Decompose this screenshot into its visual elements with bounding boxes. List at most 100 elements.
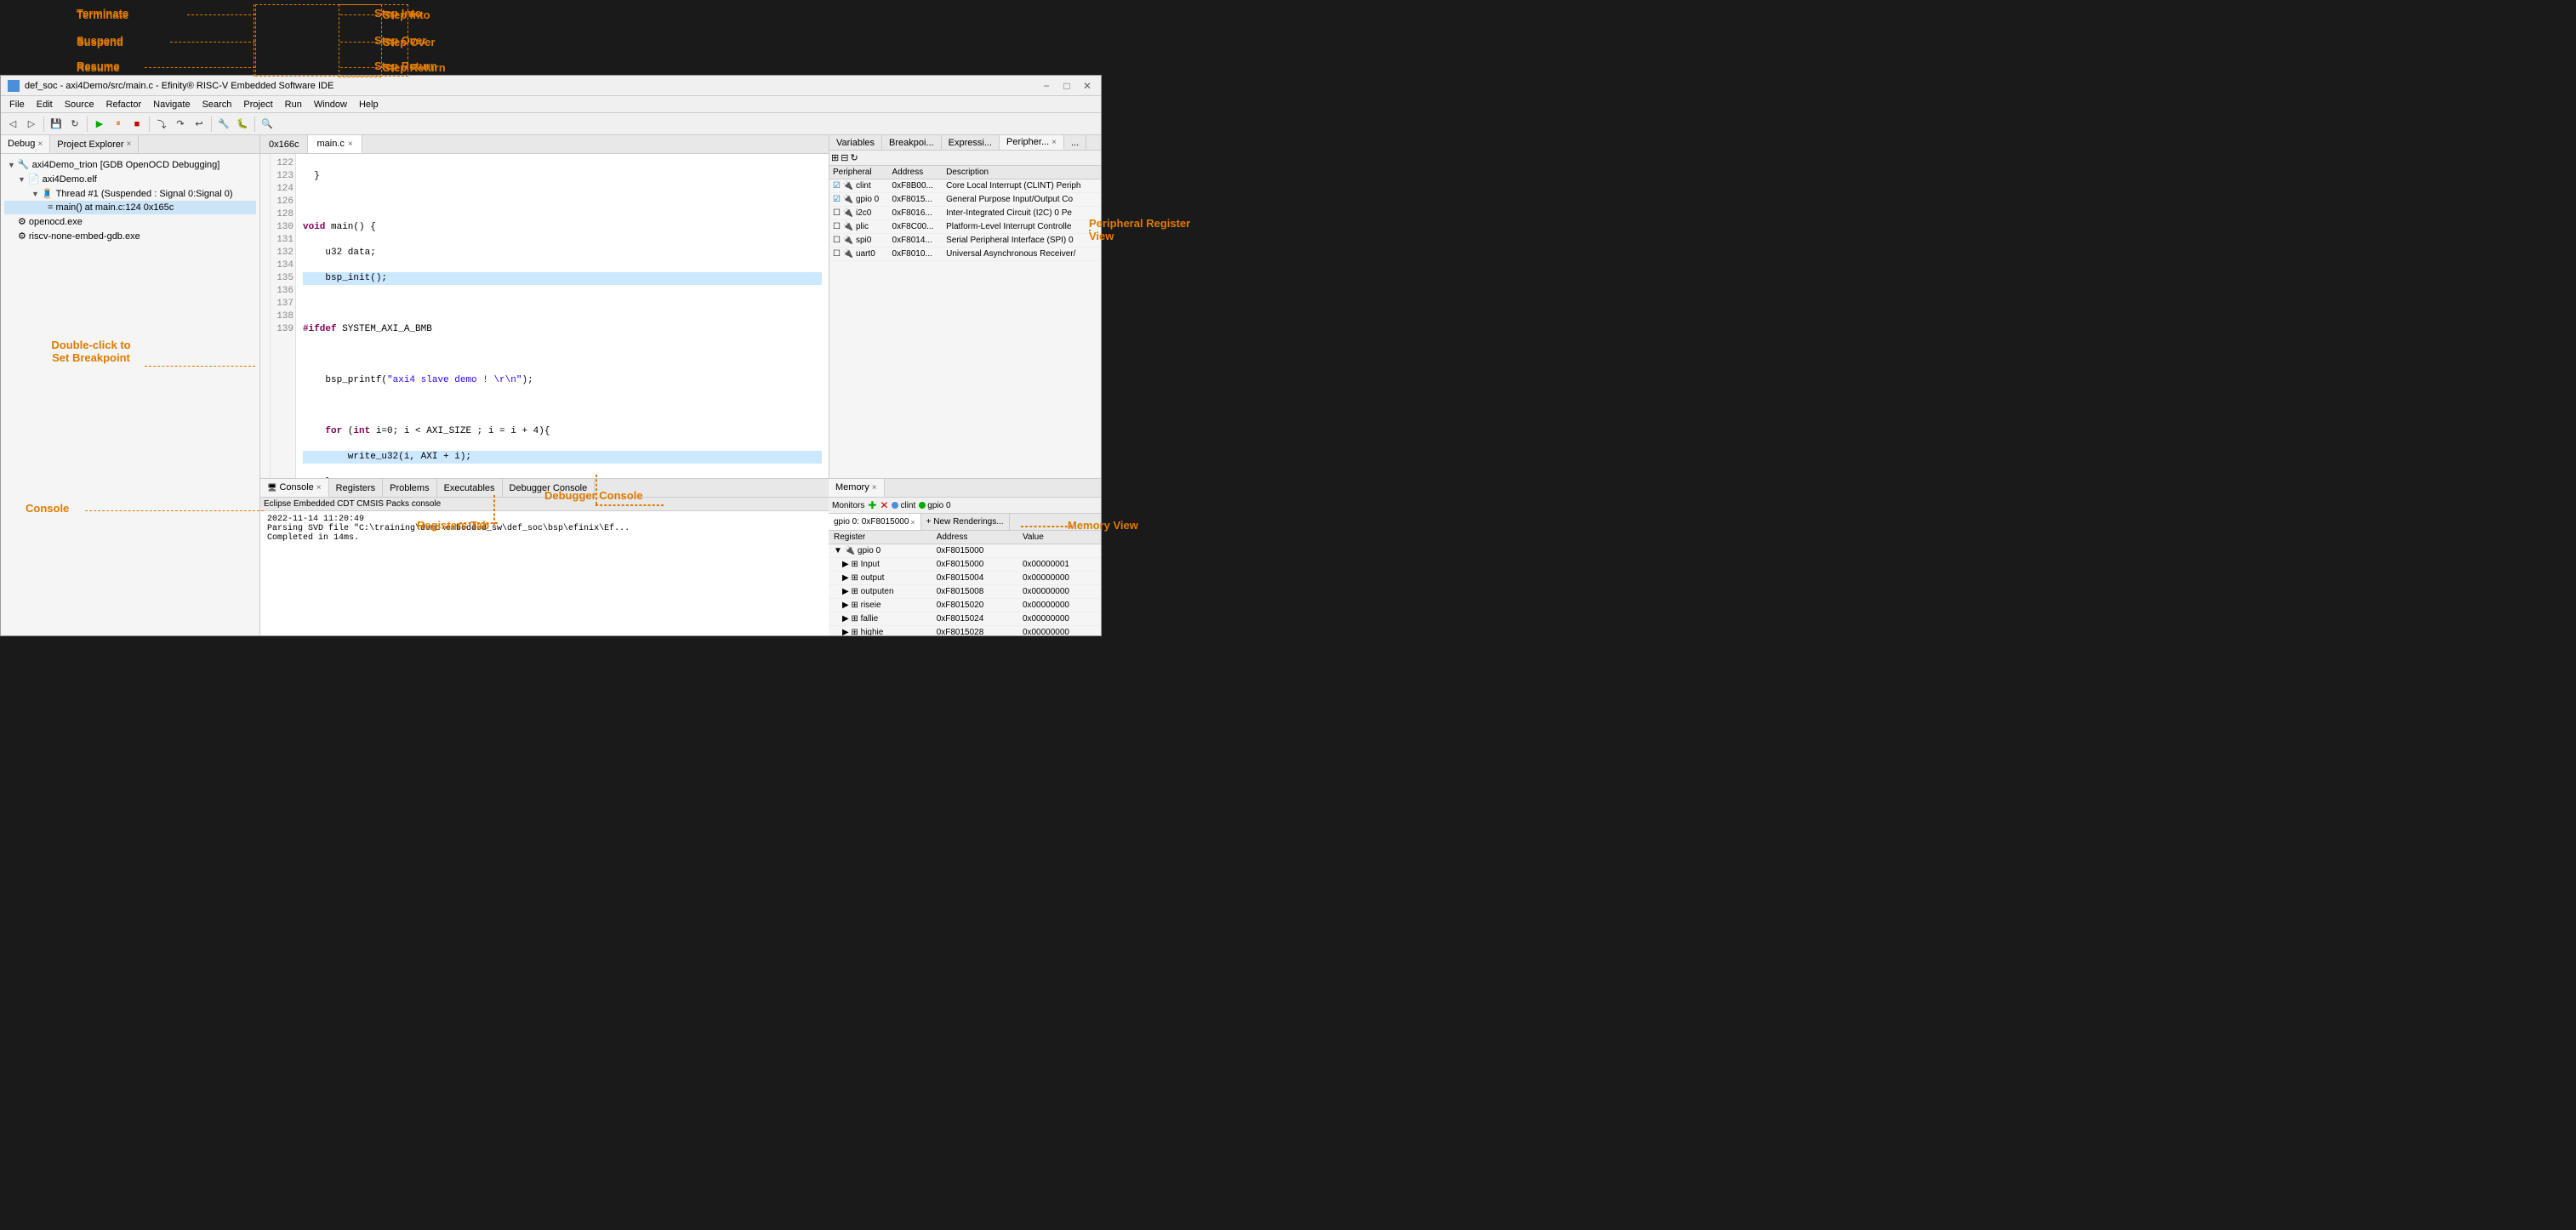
tab-main-close[interactable]: × — [348, 140, 353, 149]
peripheral-row-clint[interactable]: ☑ 🔌 clint 0xF8B00... Core Local Interrup… — [829, 179, 1101, 193]
code-content[interactable]: } void main() { u32 data; bsp_init(); #i… — [296, 154, 829, 478]
tree-item-axi4demo-session[interactable]: ▼ 🔧 axi4Demo_trion [GDB OpenOCD Debuggin… — [4, 157, 256, 172]
code-line-2 — [303, 196, 822, 208]
monitor-remove-btn[interactable]: ✕ — [880, 499, 888, 511]
tab-problems[interactable]: Problems — [383, 479, 436, 497]
resume-button[interactable]: ▶ — [91, 116, 108, 133]
menu-run[interactable]: Run — [280, 98, 307, 111]
monitor-add-btn[interactable]: ✚ — [868, 499, 876, 511]
close-button[interactable]: ✕ — [1080, 79, 1094, 93]
reg-row-riseie[interactable]: ▶ ⊞ riseie 0xF8015020 0x00000000 — [829, 599, 1101, 612]
peripheral-refresh-btn[interactable]: ↻ — [850, 152, 858, 163]
tree-item-elf[interactable]: ▼ 📄 axi4Demo.elf — [4, 172, 256, 186]
maximize-button[interactable]: □ — [1060, 79, 1074, 93]
breakpoint-gutter[interactable] — [260, 154, 271, 478]
peripheral-row-plic[interactable]: ☐ 🔌 plic 0xF8C00... Platform-Level Inter… — [829, 220, 1101, 234]
peripheral-row-uart0[interactable]: ☐ 🔌 uart0 0xF8010... Universal Asynchron… — [829, 248, 1101, 261]
main-content: Debug × Project Explorer × ▼ 🔧 axi4Demo_… — [1, 135, 1101, 635]
toolbar-run[interactable]: 🔧 — [215, 116, 232, 133]
code-line-122: void main() { — [303, 221, 822, 234]
reg-input-value: 0x00000001 — [1017, 558, 1101, 572]
peripheral-spi0-check[interactable]: ☐ 🔌 spi0 — [829, 234, 889, 248]
reg-row-gpio0[interactable]: ▼ 🔌 gpio 0 0xF8015000 — [829, 544, 1101, 558]
reg-gpio0-addr: 0xF8015000 — [932, 544, 1017, 558]
toolbar-refresh[interactable]: ↻ — [66, 116, 83, 133]
tab-executables[interactable]: Executables — [437, 479, 503, 497]
menu-source[interactable]: Source — [60, 98, 100, 111]
memory-tab-close[interactable]: × — [872, 483, 877, 493]
tab-registers[interactable]: Registers — [329, 479, 383, 497]
toolbar-debug[interactable]: 🐛 — [234, 116, 251, 133]
menu-project[interactable]: Project — [238, 98, 277, 111]
monitor-clint[interactable]: clint — [892, 501, 915, 510]
menu-refactor[interactable]: Refactor — [101, 98, 147, 111]
tab-more[interactable]: ... — [1064, 135, 1086, 150]
gpio-rendering-tabs: gpio 0: 0xF8015000 × + New Renderings... — [829, 514, 1101, 531]
stepover-button[interactable]: ↷ — [172, 116, 189, 133]
monitor-gpio0[interactable]: gpio 0 — [919, 501, 950, 510]
editor-tab-hex[interactable]: 0x166c — [260, 135, 308, 153]
toolbar-search[interactable]: 🔍 — [259, 116, 276, 133]
project-explorer-close[interactable]: × — [127, 140, 132, 149]
reg-riseie-name: ▶ ⊞ riseie — [829, 599, 932, 612]
gpio-tab-gpio0[interactable]: gpio 0: 0xF8015000 × — [829, 514, 921, 530]
tab-memory[interactable]: Memory × — [829, 479, 885, 497]
tab-variables[interactable]: Variables — [829, 135, 882, 150]
toolbar-separator-3 — [149, 117, 150, 132]
peripheral-i2c0-check[interactable]: ☐ 🔌 i2c0 — [829, 207, 889, 220]
editor-tab-main[interactable]: main.c × — [308, 135, 362, 153]
peripheral-expand-btn[interactable]: ⊟ — [841, 152, 848, 163]
reg-row-output[interactable]: ▶ ⊞ output 0xF8015004 0x00000000 — [829, 572, 1101, 585]
minimize-button[interactable]: − — [1040, 79, 1053, 93]
tree-item-gdb[interactable]: ⚙ riscv-none-embed-gdb.exe — [4, 229, 256, 243]
tab-expressions[interactable]: Expressi... — [942, 135, 1000, 150]
tree-item-main[interactable]: = main() at main.c:124 0x165c — [4, 201, 256, 214]
menu-navigate[interactable]: Navigate — [148, 98, 195, 111]
console-tab-close[interactable]: × — [316, 483, 322, 493]
reg-row-highie[interactable]: ▶ ⊞ highie 0xF8015028 0x00000000 — [829, 626, 1101, 636]
peripheral-row-gpio0[interactable]: ☑ 🔌 gpio 0 0xF8015... General Purpose In… — [829, 193, 1101, 207]
tab-breakpoints[interactable]: Breakpoi... — [882, 135, 942, 150]
peripheral-collapse-btn[interactable]: ⊞ — [831, 152, 839, 163]
tree-item-thread[interactable]: ▼ 🧵 Thread #1 (Suspended : Signal 0:Sign… — [4, 186, 256, 201]
menu-search[interactable]: Search — [197, 98, 237, 111]
variables-label: Variables — [836, 138, 875, 148]
monitor-clint-dot — [892, 502, 898, 509]
reg-row-fallie[interactable]: ▶ ⊞ fallie 0xF8015024 0x00000000 — [829, 612, 1101, 626]
peripheral-uart0-check[interactable]: ☐ 🔌 uart0 — [829, 248, 889, 261]
toolbar-forward[interactable]: ▷ — [23, 116, 40, 133]
peripheral-clint-check[interactable]: ☑ 🔌 clint — [829, 179, 889, 193]
peripheral-gpio0-check[interactable]: ☑ 🔌 gpio 0 — [829, 193, 889, 207]
toolbar-save[interactable]: 💾 — [48, 116, 65, 133]
tree-icon-session: 🔧 — [18, 159, 30, 170]
menu-help[interactable]: Help — [354, 98, 384, 111]
reg-row-outputen[interactable]: ▶ ⊞ outputen 0xF8015008 0x00000000 — [829, 585, 1101, 599]
peripheral-tab-close[interactable]: × — [1051, 138, 1057, 147]
tree-label-elf: axi4Demo.elf — [43, 174, 97, 185]
stepinto-button[interactable]: ⤵ — [153, 116, 170, 133]
stepreturn-button[interactable]: ↩ — [191, 116, 208, 133]
debug-tab-close[interactable]: × — [37, 140, 43, 149]
menu-window[interactable]: Window — [309, 98, 352, 111]
annotation-stepreturn: Step Return — [374, 60, 437, 72]
tab-console[interactable]: 🖥 Console × — [260, 479, 329, 497]
reg-row-input[interactable]: ▶ ⊞ Input 0xF8015000 0x00000001 — [829, 558, 1101, 572]
gpio-tab-new-rendering[interactable]: + New Renderings... — [921, 514, 1010, 530]
suspend-button[interactable]: ⏸ — [110, 116, 127, 133]
peripheral-uart0-desc: Universal Asynchronous Receiver/ — [943, 248, 1101, 261]
peripheral-row-i2c0[interactable]: ☐ 🔌 i2c0 0xF8016... Inter-Integrated Cir… — [829, 207, 1101, 220]
gpio0-tab-close[interactable]: × — [910, 518, 915, 527]
menu-file[interactable]: File — [4, 98, 30, 111]
tab-debugger-console[interactable]: Debugger Console — [503, 479, 596, 497]
toolbar-separator-5 — [254, 117, 255, 132]
peripheral-plic-check[interactable]: ☐ 🔌 plic — [829, 220, 889, 234]
code-line-130: for (int i=0; i < AXI_SIZE ; i = i + 4){ — [303, 425, 822, 438]
toolbar-back[interactable]: ◁ — [4, 116, 21, 133]
tree-item-openocd[interactable]: ⚙ openocd.exe — [4, 214, 256, 229]
menu-edit[interactable]: Edit — [31, 98, 58, 111]
peripheral-row-spi0[interactable]: ☐ 🔌 spi0 0xF8014... Serial Peripheral In… — [829, 234, 1101, 248]
tab-peripheral[interactable]: Peripher... × — [1000, 135, 1064, 150]
tab-project-explorer[interactable]: Project Explorer × — [50, 135, 139, 153]
terminate-button[interactable]: ■ — [128, 116, 145, 133]
tab-debug[interactable]: Debug × — [1, 135, 50, 153]
